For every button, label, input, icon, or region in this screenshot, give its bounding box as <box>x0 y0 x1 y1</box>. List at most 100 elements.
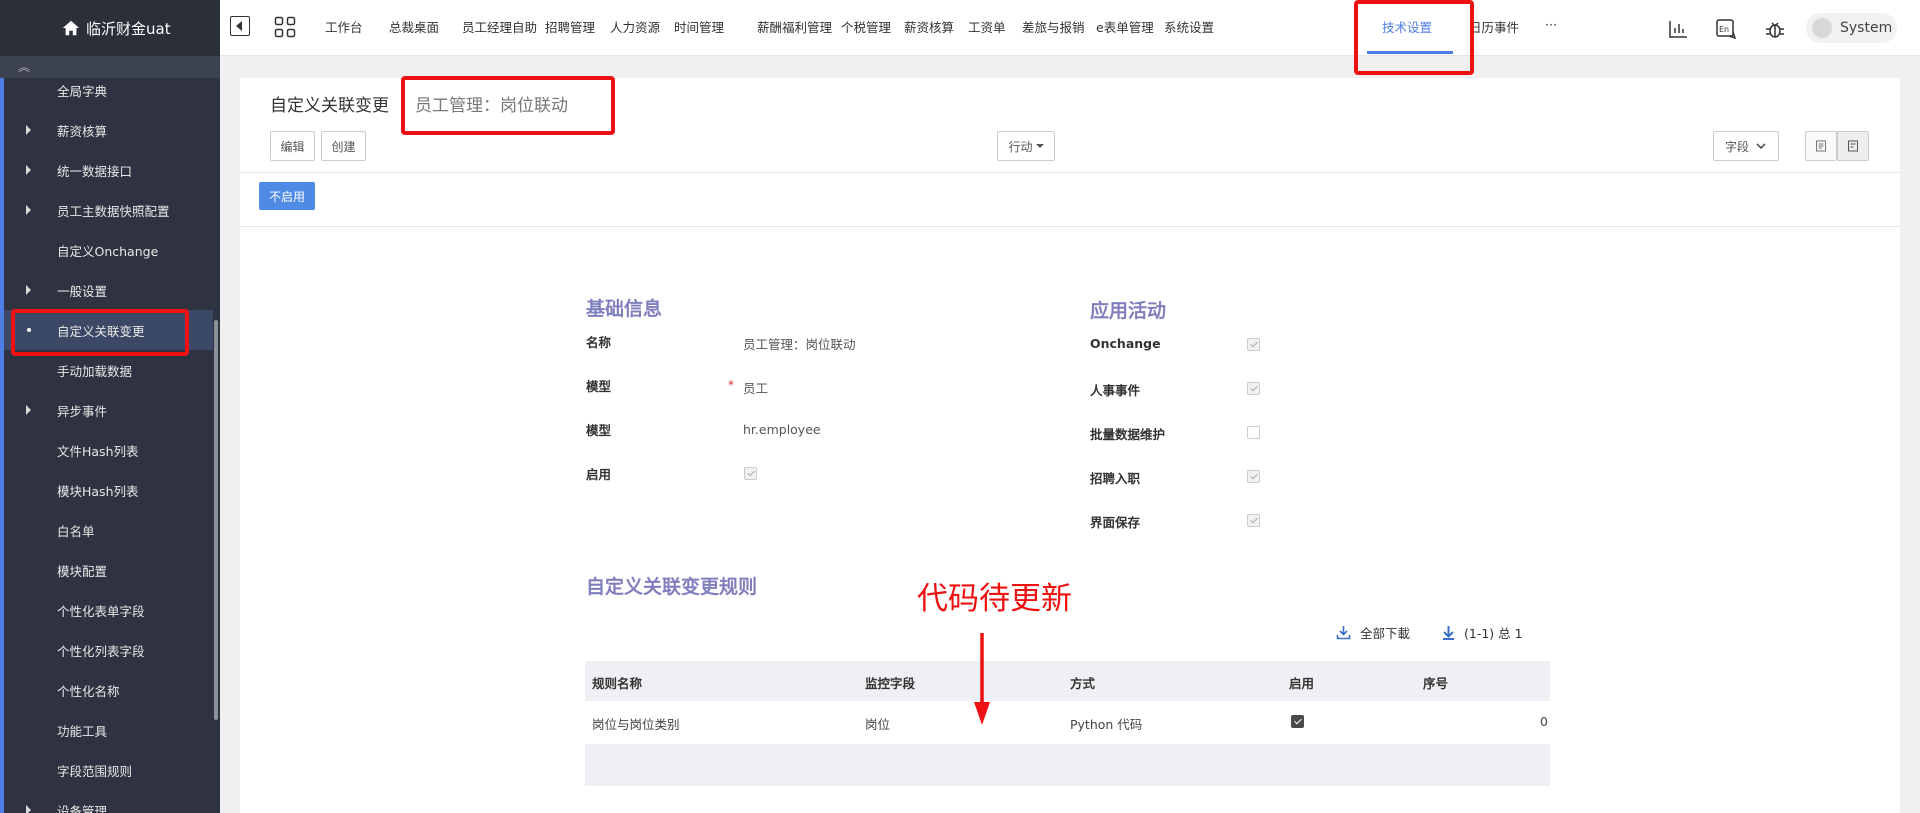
sidebar: 临沂财金uat ︽ 全局字典薪资核算统一数据接口员工主数据快照配置自定义Onch… <box>0 0 220 813</box>
sidebar-item[interactable]: 手动加载数据 <box>4 350 213 390</box>
menu-item[interactable]: 时间管理 <box>674 17 724 36</box>
sidebar-item[interactable]: 个性化列表字段 <box>4 630 213 670</box>
app-logo[interactable]: 临沂财金uat <box>0 0 220 56</box>
menu-item[interactable]: e表单管理 <box>1096 17 1154 36</box>
sidebar-item[interactable]: 字段范围规则 <box>4 750 213 790</box>
action-dropdown[interactable]: 行动 <box>997 131 1055 161</box>
sidebar-item[interactable]: 功能工具 <box>4 710 213 750</box>
edit-button[interactable]: 编辑 <box>270 131 315 161</box>
annotation-box-menu <box>1354 0 1474 75</box>
menu-item[interactable]: 员工经理自助 <box>462 17 537 36</box>
activity-label: 批量数据维护 <box>1090 427 1166 442</box>
sidebar-item[interactable]: 个性化表单字段 <box>4 590 213 630</box>
apps-grid-icon[interactable] <box>274 16 296 38</box>
sidebar-item[interactable]: 个性化名称 <box>4 670 213 710</box>
caret-right-icon <box>26 805 31 813</box>
sidebar-item-label: 功能工具 <box>57 723 108 739</box>
menu-item[interactable]: 工作台 <box>325 17 363 36</box>
menu-item[interactable]: 薪酬福利管理 <box>757 17 832 36</box>
sidebar-item[interactable]: 模块Hash列表 <box>4 470 213 510</box>
table-cell: 岗位 <box>865 717 891 732</box>
pager-label: (1-1) 总 1 <box>1464 626 1523 641</box>
sidebar-item-label: 字段范围规则 <box>57 763 133 779</box>
create-button[interactable]: 创建 <box>321 131 366 161</box>
fields-dropdown[interactable]: 字段 <box>1713 131 1779 161</box>
user-menu[interactable]: System <box>1806 13 1897 43</box>
column-header[interactable]: 方式 <box>1070 673 1095 692</box>
table-header: 规则名称 监控字段 方式 启用 序号 <box>585 661 1550 701</box>
sidebar-item-label: 个性化名称 <box>57 683 120 699</box>
app-title: 临沂财金uat <box>86 19 171 38</box>
sidebar-item-label: 异步事件 <box>57 403 108 419</box>
action-label: 行动 <box>1008 139 1033 154</box>
pager[interactable]: (1-1) 总 1 <box>1442 623 1523 642</box>
enabled-checkbox <box>744 467 757 480</box>
sidebar-toggle-button[interactable] <box>230 16 250 36</box>
caret-right-icon <box>26 405 31 415</box>
language-icon[interactable]: En <box>1715 18 1737 40</box>
avatar <box>1812 18 1832 38</box>
table-cell: Python 代码 <box>1070 717 1143 732</box>
sidebar-item-label: 个性化表单字段 <box>57 603 145 619</box>
column-header[interactable]: 启用 <box>1289 673 1314 692</box>
column-header[interactable]: 规则名称 <box>592 673 642 692</box>
form-view-button[interactable] <box>1805 131 1837 161</box>
model-technical-label: 模型 <box>586 423 612 438</box>
download-arrow-icon <box>1443 626 1454 640</box>
caret-right-icon <box>26 125 31 135</box>
basic-info-title: 基础信息 <box>586 298 663 320</box>
detail-view-button[interactable] <box>1837 131 1869 161</box>
sidebar-item[interactable]: 设备管理 <box>4 790 213 813</box>
caret-left-icon <box>236 21 242 31</box>
chart-icon[interactable] <box>1667 18 1689 40</box>
breadcrumb-parent[interactable]: 自定义关联变更 <box>270 91 389 116</box>
menu-item[interactable]: 总裁桌面 <box>389 17 439 36</box>
menu-item[interactable]: 招聘管理 <box>545 17 595 36</box>
download-all-button[interactable]: 全部下載 <box>1336 623 1410 642</box>
table-empty-row <box>585 744 1550 786</box>
menu-item[interactable]: ··· <box>1545 17 1557 32</box>
sidebar-item[interactable]: 文件Hash列表 <box>4 430 213 470</box>
sidebar-item[interactable]: 一般设置 <box>4 270 213 310</box>
column-header[interactable]: 监控字段 <box>865 673 915 692</box>
menu-item[interactable]: 人力资源 <box>610 17 660 36</box>
sidebar-item-label: 薪资核算 <box>57 123 108 139</box>
sidebar-item[interactable]: 员工主数据快照配置 <box>4 190 213 230</box>
caret-right-icon <box>26 165 31 175</box>
model-label: 模型 <box>586 379 612 394</box>
activity-label: 招聘入职 <box>1090 471 1141 486</box>
menu-item[interactable]: 工资单 <box>968 17 1006 36</box>
sidebar-item[interactable]: 统一数据接口 <box>4 150 213 190</box>
table-cell: 岗位与岗位类别 <box>592 717 680 732</box>
sidebar-item-label: 模块Hash列表 <box>57 483 139 499</box>
sidebar-item[interactable]: 白名单 <box>4 510 213 550</box>
menu-item[interactable]: 日历事件 <box>1469 17 1519 36</box>
sidebar-item-label: 员工主数据快照配置 <box>57 203 170 219</box>
sidebar-item[interactable]: 全局字典 <box>4 78 213 110</box>
activity-label: 人事事件 <box>1090 383 1141 398</box>
activity-checkbox <box>1247 338 1260 351</box>
sidebar-item[interactable]: 异步事件 <box>4 390 213 430</box>
sidebar-item[interactable]: 自定义Onchange <box>4 230 213 270</box>
model-value: 员工 <box>743 381 769 396</box>
caret-down-icon <box>1035 144 1044 148</box>
activity-checkbox <box>1247 514 1260 527</box>
sidebar-item[interactable]: 模块配置 <box>4 550 213 590</box>
sidebar-item[interactable]: 薪资核算 <box>4 110 213 150</box>
sidebar-item-label: 白名单 <box>57 523 95 539</box>
form-view-icon <box>1816 140 1826 152</box>
sidebar-item-label: 个性化列表字段 <box>57 643 145 659</box>
top-navigation-bar: 工作台 总裁桌面 员工经理自助 招聘管理 人力资源 时间管理 薪酬福利管理 个税管理 薪资核算工… <box>220 0 1920 56</box>
menu-item[interactable]: 差旅与报销 <box>1022 17 1085 36</box>
sidebar-collapse-button[interactable]: ︽ <box>0 56 220 78</box>
column-header[interactable]: 序号 <box>1423 673 1448 692</box>
status-toggle-button[interactable]: 不启用 <box>259 182 315 210</box>
bug-icon[interactable] <box>1764 18 1786 40</box>
sidebar-item-label: 文件Hash列表 <box>57 443 139 459</box>
menu-item[interactable]: 薪资核算 <box>904 17 954 36</box>
sidebar-item-label: 手动加载数据 <box>57 363 133 379</box>
caret-right-icon <box>26 205 31 215</box>
menu-item[interactable]: 个税管理 <box>841 17 891 36</box>
sidebar-scroll-thumb[interactable] <box>214 320 218 720</box>
menu-item[interactable]: 系统设置 <box>1164 17 1214 36</box>
